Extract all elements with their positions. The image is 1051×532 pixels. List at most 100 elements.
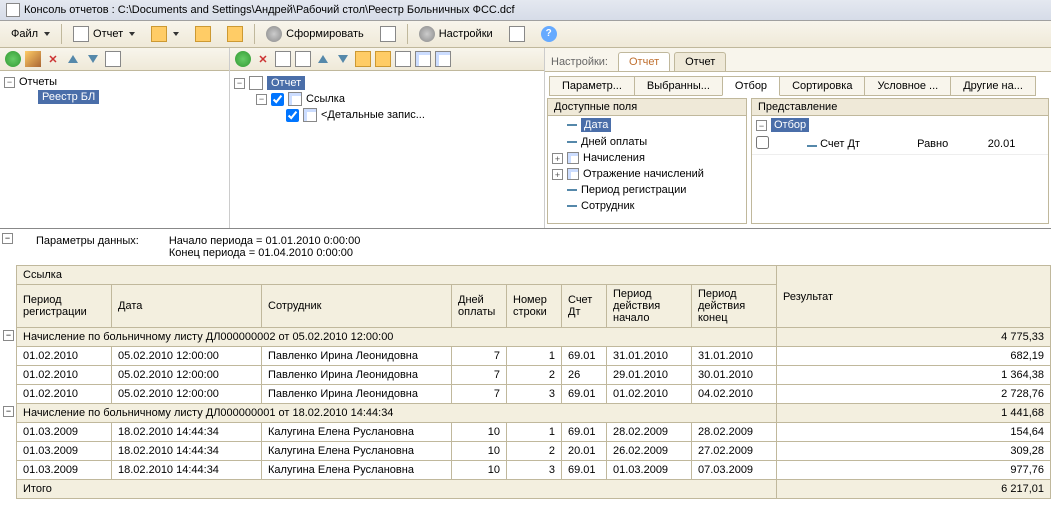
- tree-root-label: Отчеты: [19, 76, 57, 88]
- main-toolbar: Файл Отчет Сформировать Настройки ?: [0, 21, 1051, 48]
- file-menu[interactable]: Файл: [4, 25, 57, 43]
- data-row[interactable]: 01.03.200918.02.2010 14:44:34Калугина Ел…: [17, 461, 1051, 480]
- mid-b5[interactable]: [394, 50, 412, 68]
- folder-in-icon: [227, 26, 243, 42]
- mid-up[interactable]: [314, 50, 332, 68]
- table-icon: [567, 152, 579, 164]
- collapse-toggle[interactable]: −: [2, 233, 13, 244]
- collapse-toggle[interactable]: −: [3, 330, 14, 341]
- mid-toolbar: ✕: [230, 48, 544, 71]
- copy-icon: [105, 51, 121, 67]
- tab-report-1[interactable]: Отчет: [618, 52, 670, 71]
- subtab-other[interactable]: Другие на...: [950, 76, 1036, 96]
- reports-tree: − Отчеты Реестр БЛ: [0, 71, 229, 109]
- data-row[interactable]: 01.03.200918.02.2010 14:44:34Калугина Ел…: [17, 423, 1051, 442]
- subtab-params[interactable]: Параметр...: [549, 76, 635, 96]
- filter-row[interactable]: Счет Дт Равно 20.01: [752, 134, 1048, 155]
- available-fields-header: Доступные поля: [548, 99, 746, 116]
- field-row[interactable]: +Начисления: [548, 150, 746, 166]
- tool-btn-2[interactable]: [188, 23, 218, 45]
- filter-condition: Равно: [913, 134, 984, 155]
- arrow-down-icon: [88, 55, 98, 63]
- col-days: Дней оплаты: [452, 285, 507, 328]
- settings-button[interactable]: Настройки: [412, 23, 500, 45]
- params-label: Параметры данных:: [36, 235, 139, 259]
- help-button[interactable]: ?: [534, 23, 564, 45]
- field-row[interactable]: Дней оплаты: [548, 134, 746, 150]
- tree-item[interactable]: Реестр БЛ: [4, 89, 225, 105]
- subtab-conditional[interactable]: Условное ...: [864, 76, 951, 96]
- group-row[interactable]: −Начисление по больничному листу ДЛ00000…: [17, 328, 1051, 347]
- tool-btn-5[interactable]: [502, 23, 532, 45]
- header-row-1: Ссылка Результат: [17, 266, 1051, 285]
- subtab-selected[interactable]: Выбранны...: [634, 76, 723, 96]
- add-button[interactable]: [4, 50, 22, 68]
- struct-checkbox[interactable]: [271, 93, 284, 106]
- mid-panel: ✕ − Отчет − Ссылка: [230, 48, 545, 228]
- available-fields-panel: Доступные поля Дата Дней оплаты +Начисле…: [547, 98, 747, 224]
- data-row[interactable]: 01.02.201005.02.2010 12:00:00Павленко Ир…: [17, 366, 1051, 385]
- right-panel: Настройки: Отчет Отчет Параметр... Выбра…: [545, 48, 1051, 228]
- tree-root[interactable]: − Отчеты: [4, 75, 225, 89]
- data-row[interactable]: 01.03.200918.02.2010 14:44:34Калугина Ел…: [17, 442, 1051, 461]
- edit-button[interactable]: [24, 50, 42, 68]
- group-row[interactable]: −Начисление по больничному листу ДЛ00000…: [17, 404, 1051, 423]
- filter-list: − Отбор Счет Дт Равно 20.01: [752, 116, 1048, 223]
- tool-btn-1[interactable]: [144, 23, 186, 45]
- arrow-down-icon: [338, 55, 348, 63]
- expand-icon[interactable]: −: [234, 78, 245, 89]
- mid-b6[interactable]: [414, 50, 432, 68]
- mid-add[interactable]: [234, 50, 252, 68]
- mid-b4[interactable]: [374, 50, 392, 68]
- report-menu[interactable]: Отчет: [66, 23, 142, 45]
- subtab-filter[interactable]: Отбор: [722, 76, 780, 96]
- data-row[interactable]: 01.02.201005.02.2010 12:00:00Павленко Ир…: [17, 347, 1051, 366]
- struct-root-label: Отчет: [267, 76, 305, 90]
- settings-tabs: Настройки: Отчет Отчет: [545, 48, 1051, 72]
- dash-icon: [807, 145, 817, 147]
- mid-b3[interactable]: [354, 50, 372, 68]
- down-button[interactable]: [84, 50, 102, 68]
- up-button[interactable]: [64, 50, 82, 68]
- mid-down[interactable]: [334, 50, 352, 68]
- copy-button[interactable]: [104, 50, 122, 68]
- delete-button[interactable]: ✕: [44, 50, 62, 68]
- expand-icon[interactable]: +: [552, 153, 563, 164]
- struct-root[interactable]: − Отчет: [234, 75, 540, 91]
- form-button[interactable]: Сформировать: [259, 23, 371, 45]
- struct-item[interactable]: <Детальные запис...: [234, 107, 540, 123]
- struct-item[interactable]: − Ссылка: [234, 91, 540, 107]
- mid-del[interactable]: ✕: [254, 50, 272, 68]
- expand-icon[interactable]: −: [256, 94, 267, 105]
- tool-btn-4[interactable]: [373, 23, 403, 45]
- expand-icon[interactable]: +: [552, 169, 563, 180]
- col-result: Результат: [777, 266, 1051, 328]
- folder-icon: [151, 26, 167, 42]
- field-row[interactable]: +Отражение начислений: [548, 166, 746, 182]
- report-icon: [249, 76, 263, 90]
- col-employee: Сотрудник: [262, 285, 452, 328]
- mid-b2[interactable]: [294, 50, 312, 68]
- mid-b1[interactable]: [274, 50, 292, 68]
- collapse-toggle[interactable]: −: [3, 406, 14, 417]
- field-row[interactable]: Сотрудник: [548, 198, 746, 214]
- expand-icon[interactable]: −: [4, 77, 15, 88]
- plus-icon: [5, 51, 21, 67]
- mid-b7[interactable]: [434, 50, 452, 68]
- struct-checkbox[interactable]: [286, 109, 299, 122]
- expand-icon[interactable]: −: [756, 120, 767, 131]
- filter-checkbox[interactable]: [756, 136, 769, 149]
- field-row[interactable]: Период регистрации: [548, 182, 746, 198]
- field-row[interactable]: Дата: [548, 116, 746, 134]
- app-icon: [6, 3, 20, 17]
- document-icon: [73, 26, 89, 42]
- settings-label: Настройки:: [551, 56, 608, 68]
- tab-report-2[interactable]: Отчет: [674, 52, 726, 71]
- plus-icon: [235, 51, 251, 67]
- filter-root[interactable]: − Отбор: [752, 116, 1048, 134]
- data-row[interactable]: 01.02.201005.02.2010 12:00:00Павленко Ир…: [17, 385, 1051, 404]
- subtab-sort[interactable]: Сортировка: [779, 76, 865, 96]
- col-period-start: Период действия начало: [607, 285, 692, 328]
- tool-btn-3[interactable]: [220, 23, 250, 45]
- fields-area: Доступные поля Дата Дней оплаты +Начисле…: [545, 96, 1051, 226]
